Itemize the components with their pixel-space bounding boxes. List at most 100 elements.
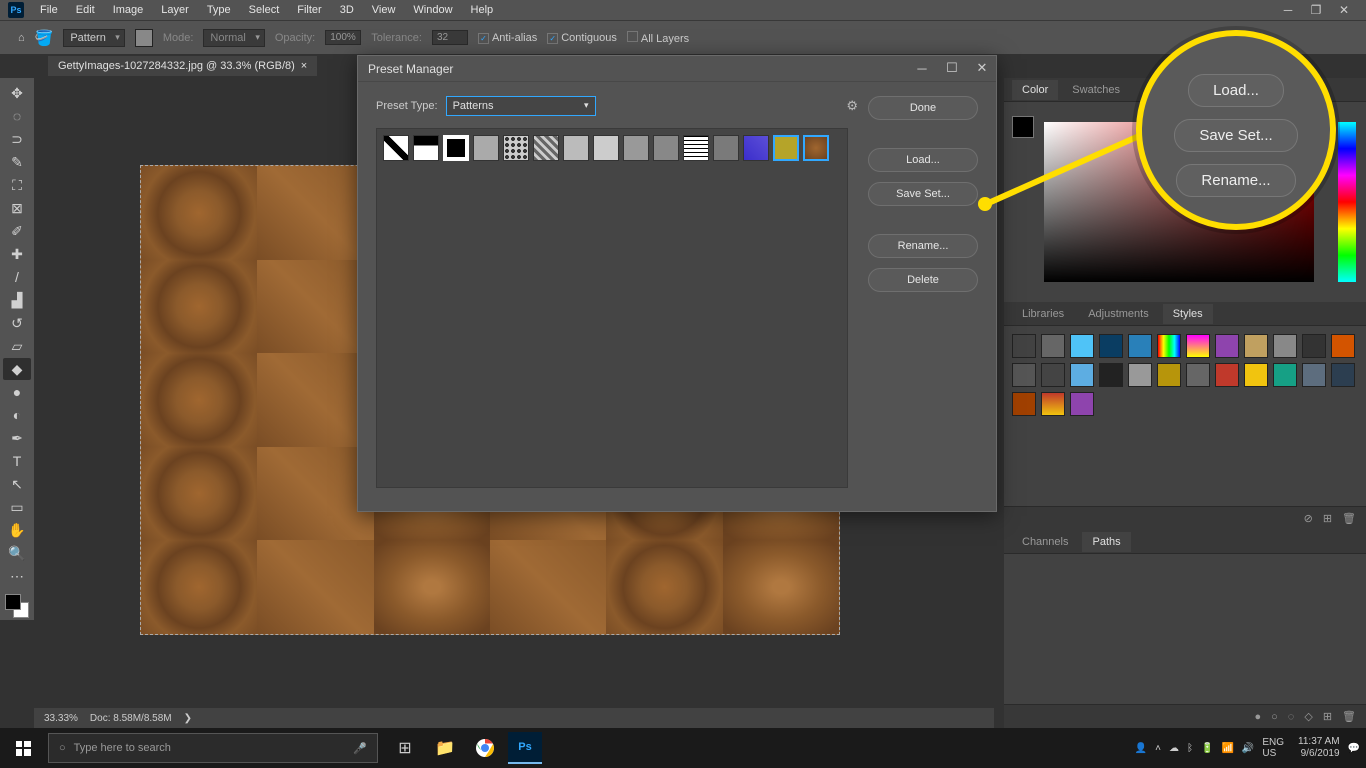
frame-tool-icon[interactable]: ⊠ [3,197,31,219]
photoshop-taskbar-icon[interactable]: Ps [508,732,542,764]
more-tools-icon[interactable]: ⋯ [3,565,31,587]
zoom-level[interactable]: 33.33% [44,713,78,724]
contiguous-checkbox[interactable]: ✓Contiguous [547,32,617,44]
zoom-tool-icon[interactable]: 🔍 [3,542,31,564]
window-close-icon[interactable]: ✕ [1336,2,1352,18]
style-swatch[interactable] [1070,363,1094,387]
fill-type-dropdown[interactable]: Pattern [63,29,124,47]
foreground-color-swatch[interactable] [1012,116,1034,138]
style-swatch[interactable] [1128,363,1152,387]
style-swatch[interactable] [1273,334,1297,358]
style-swatch[interactable] [1070,392,1094,416]
stamp-tool-icon[interactable]: ▟ [3,289,31,311]
color-swatches[interactable] [3,592,31,620]
status-arrow-icon[interactable]: ❯ [184,713,192,724]
pattern-swatch-item[interactable] [383,135,409,161]
style-swatch[interactable] [1041,334,1065,358]
lasso-tool-icon[interactable]: ⊃ [3,128,31,150]
volume-icon[interactable]: 🔊 [1242,743,1254,754]
menu-filter[interactable]: Filter [289,2,329,18]
stroke-path-icon[interactable]: ○ [1271,711,1278,723]
menu-image[interactable]: Image [105,2,152,18]
pattern-swatch-item[interactable] [533,135,559,161]
window-restore-icon[interactable]: ❐ [1308,2,1324,18]
quick-select-tool-icon[interactable]: ✎ [3,151,31,173]
dialog-minimize-icon[interactable]: ─ [914,60,930,76]
tab-channels[interactable]: Channels [1012,532,1078,552]
explorer-icon[interactable]: 📁 [428,732,462,764]
lang-indicator[interactable]: ENGUS [1262,737,1284,759]
marquee-tool-icon[interactable]: ◌ [3,105,31,127]
menu-layer[interactable]: Layer [153,2,197,18]
pen-tool-icon[interactable]: ✒ [3,427,31,449]
menu-3d[interactable]: 3D [332,2,362,18]
delete-button[interactable]: Delete [868,268,978,292]
bucket-icon[interactable]: 🪣 [35,29,54,47]
task-view-icon[interactable]: ⊞ [388,732,422,764]
selection-path-icon[interactable]: ◌ [1288,711,1295,723]
window-minimize-icon[interactable]: ─ [1280,2,1296,18]
style-swatch[interactable] [1186,334,1210,358]
blur-tool-icon[interactable]: ● [3,381,31,403]
new-path-icon[interactable]: ⊞ [1323,710,1332,723]
pattern-swatch-item[interactable] [413,135,439,161]
start-button[interactable] [0,728,46,768]
save-set-button[interactable]: Save Set... [868,182,978,206]
move-tool-icon[interactable]: ✥ [3,82,31,104]
bucket-tool-icon[interactable]: ◆ [3,358,31,380]
style-swatch[interactable] [1331,363,1355,387]
home-icon[interactable]: ⌂ [18,32,25,44]
history-brush-tool-icon[interactable]: ↺ [3,312,31,334]
tray-up-icon[interactable]: ˄ [1155,743,1161,754]
shape-tool-icon[interactable]: ▭ [3,496,31,518]
fill-path-icon[interactable]: ● [1254,711,1261,723]
style-swatch[interactable] [1157,363,1181,387]
dodge-tool-icon[interactable]: ◐ [3,404,31,426]
mode-dropdown[interactable]: Normal [203,29,264,47]
wifi-icon[interactable]: 📶 [1221,743,1233,754]
rename-button[interactable]: Rename... [868,234,978,258]
style-swatch[interactable] [1302,334,1326,358]
path-tool-icon[interactable]: ↖ [3,473,31,495]
tab-swatches[interactable]: Swatches [1062,80,1130,100]
opacity-value[interactable]: 100% [325,30,361,45]
menu-type[interactable]: Type [199,2,239,18]
hue-slider[interactable] [1338,122,1356,282]
tolerance-value[interactable]: 32 [432,30,468,45]
menu-file[interactable]: File [32,2,66,18]
tab-paths[interactable]: Paths [1082,532,1130,552]
pattern-swatch-item[interactable] [713,135,739,161]
tab-adjustments[interactable]: Adjustments [1078,304,1159,324]
brush-tool-icon[interactable]: / [3,266,31,288]
new-style-icon[interactable]: ⊞ [1323,512,1332,525]
tab-color[interactable]: Color [1012,80,1058,100]
done-button[interactable]: Done [868,96,978,120]
hand-tool-icon[interactable]: ✋ [3,519,31,541]
style-swatch[interactable] [1273,363,1297,387]
clear-style-icon[interactable]: ⊘ [1304,512,1313,525]
menu-view[interactable]: View [364,2,404,18]
people-icon[interactable]: 👤 [1135,743,1147,754]
style-swatch[interactable] [1128,334,1152,358]
style-swatch[interactable] [1012,363,1036,387]
tab-libraries[interactable]: Libraries [1012,304,1074,324]
pattern-swatch-item[interactable] [443,135,469,161]
pattern-swatch-item[interactable] [503,135,529,161]
dialog-titlebar[interactable]: Preset Manager ─ ☐ ✕ [358,56,996,82]
healing-tool-icon[interactable]: ✚ [3,243,31,265]
mask-path-icon[interactable]: ◇ [1304,710,1312,723]
crop-tool-icon[interactable]: ⛶ [3,174,31,196]
document-tab[interactable]: GettyImages-1027284332.jpg @ 33.3% (RGB/… [48,56,317,76]
pattern-swatch-wood-selected[interactable] [803,135,829,161]
style-swatch[interactable] [1070,334,1094,358]
style-swatch[interactable] [1302,363,1326,387]
tab-styles[interactable]: Styles [1163,304,1213,324]
pattern-swatch-item[interactable] [473,135,499,161]
cloud-icon[interactable]: ☁ [1169,743,1179,754]
style-swatch[interactable] [1215,334,1239,358]
type-tool-icon[interactable]: T [3,450,31,472]
pattern-swatch-item[interactable] [683,135,709,161]
pattern-swatch-item[interactable] [563,135,589,161]
eraser-tool-icon[interactable]: ▱ [3,335,31,357]
all-layers-checkbox[interactable]: All Layers [627,31,689,45]
